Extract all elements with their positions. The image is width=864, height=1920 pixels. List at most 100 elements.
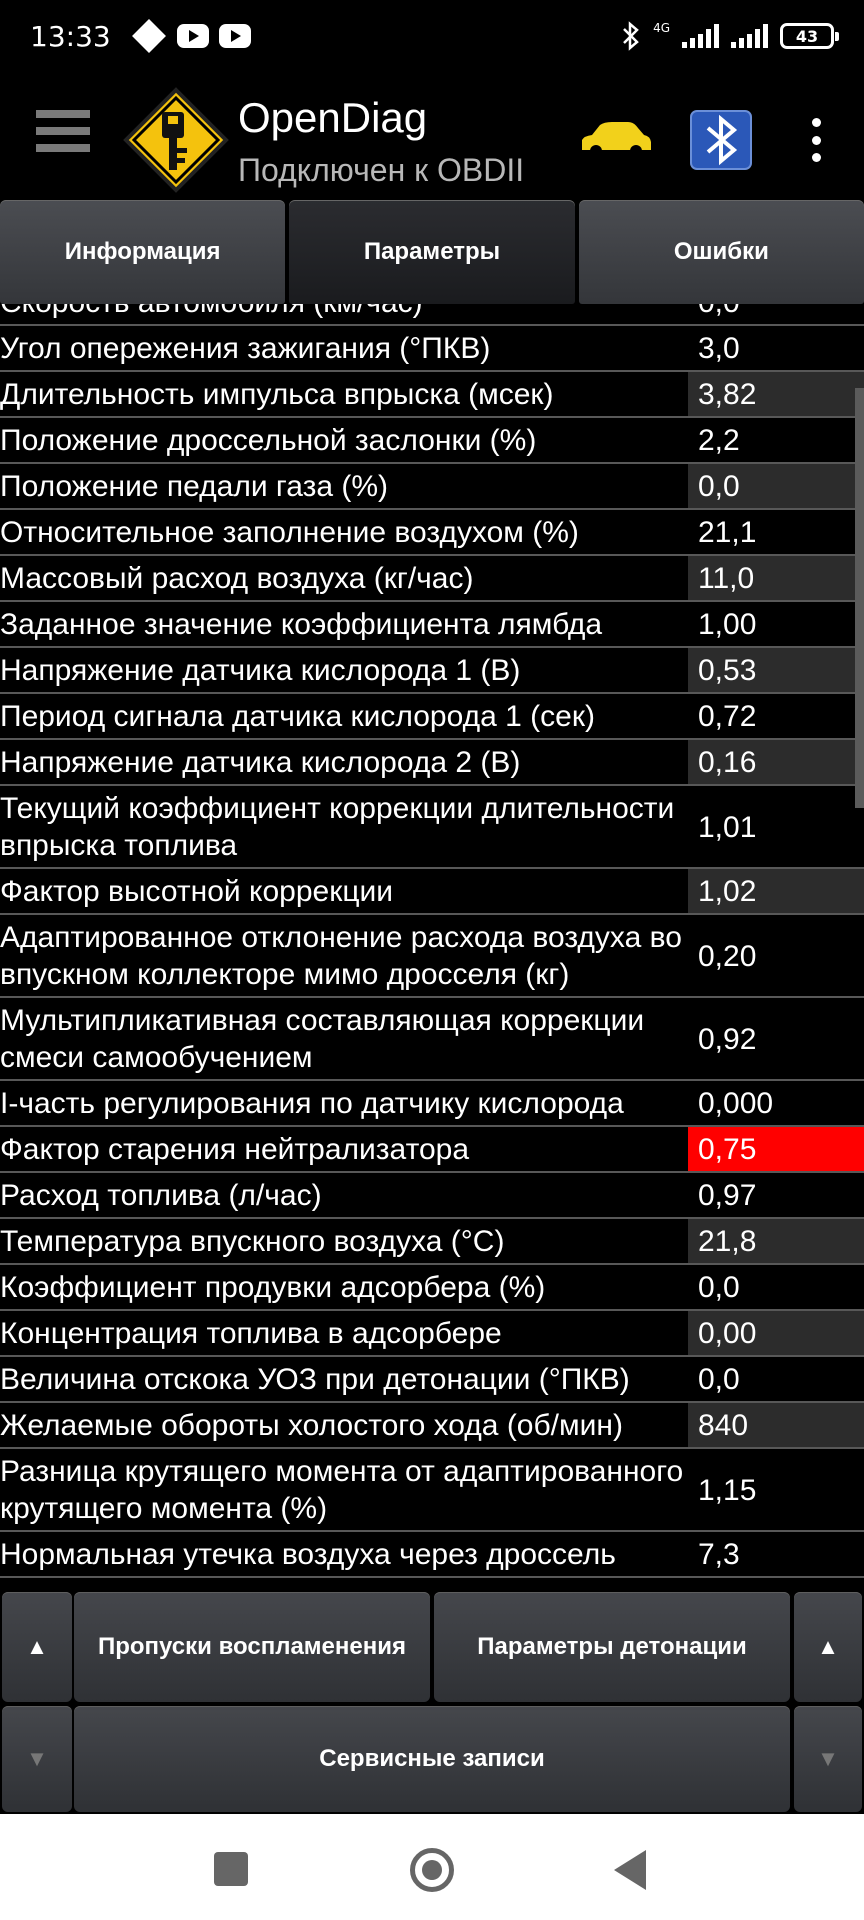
action-bar: OpenDiag Подключен к OBDII — [0, 72, 864, 200]
parameter-value: 3,82 — [688, 372, 864, 416]
parameter-row[interactable]: Массовый расход воздуха (кг/час) 11,0 — [0, 556, 864, 602]
parameter-name: Адаптированное отклонение расхода воздух… — [0, 915, 688, 996]
home-icon[interactable] — [410, 1848, 454, 1892]
parameter-row[interactable]: Нормальная утечка воздуха через дроссель… — [0, 1532, 864, 1578]
youtube-icon — [176, 24, 209, 48]
parameter-value: 11,0 — [688, 556, 864, 600]
parameters-list-content: Скорость автомобиля (км/час)0,0Угол опер… — [0, 304, 864, 1578]
parameter-row[interactable]: Фактор высотной коррекции 1,02 — [0, 869, 864, 915]
parameter-value: 2,2 — [688, 418, 864, 462]
car-icon[interactable] — [578, 120, 654, 160]
parameter-row[interactable]: Величина отскока УОЗ при детонации (°ПКВ… — [0, 1357, 864, 1403]
parameter-row[interactable]: Положение дроссельной заслонки (%) 2,2 — [0, 418, 864, 464]
back-icon[interactable] — [614, 1850, 646, 1890]
misfire-button[interactable]: Пропуски воспламенения — [74, 1592, 430, 1702]
status-time: 13:33 — [30, 19, 111, 53]
parameter-row[interactable]: Текущий коэффициент коррекции длительнос… — [0, 786, 864, 869]
parameter-value: 0,97 — [688, 1173, 864, 1217]
navigation-bar — [0, 1814, 864, 1920]
parameter-value: 0,0 — [688, 464, 864, 508]
list-scrollbar[interactable] — [855, 388, 864, 808]
parameter-row[interactable]: Скорость автомобиля (км/час)0,0 — [0, 304, 864, 326]
status-right: 4G 43 — [621, 21, 839, 51]
scroll-up-right-button[interactable]: ▲ — [794, 1592, 862, 1702]
parameter-name: Желаемые обороты холостого хода (об/мин) — [0, 1403, 688, 1447]
knock-parameters-button[interactable]: Параметры детонации — [434, 1592, 790, 1702]
parameter-value: 0,92 — [688, 998, 864, 1079]
youtube-icon — [218, 24, 251, 48]
battery-icon: 43 — [780, 23, 839, 49]
parameter-row[interactable]: Относительное заполнение воздухом (%) 21,… — [0, 510, 864, 556]
parameter-name: Период сигнала датчика кислорода 1 (сек) — [0, 694, 688, 738]
bluetooth-icon — [623, 21, 639, 51]
parameter-row[interactable]: Длительность импульса впрыска (мсек) 3,82 — [0, 372, 864, 418]
parameter-name: Длительность импульса впрыска (мсек) — [0, 372, 688, 416]
bluetooth-connection-icon[interactable] — [690, 110, 752, 170]
parameter-row[interactable]: Заданное значение коэффициента лямбда 1,0… — [0, 602, 864, 648]
parameter-row[interactable]: Адаптированное отклонение расхода воздух… — [0, 915, 864, 998]
parameter-value: 1,00 — [688, 602, 864, 646]
parameter-name: Заданное значение коэффициента лямбда — [0, 602, 688, 646]
parameter-name: Величина отскока УОЗ при детонации (°ПКВ… — [0, 1357, 688, 1401]
parameter-value: 1,15 — [688, 1449, 864, 1530]
parameter-name: Температура впускного воздуха (°С) — [0, 1219, 688, 1263]
parameter-value: 0,72 — [688, 694, 864, 738]
parameter-value: 3,0 — [688, 326, 864, 370]
parameter-row[interactable]: Мультипликативная составляющая коррекции… — [0, 998, 864, 1081]
connection-status: Подключен к OBDII — [238, 152, 525, 188]
parameter-value: 0,0 — [688, 1357, 864, 1401]
parameter-row[interactable]: Напряжение датчика кислорода 1 (В) 0,53 — [0, 648, 864, 694]
parameter-value: 0,20 — [688, 915, 864, 996]
parameter-name: Напряжение датчика кислорода 1 (В) — [0, 648, 688, 692]
more-options-icon[interactable] — [804, 118, 828, 162]
parameter-value: 1,02 — [688, 869, 864, 913]
parameter-row[interactable]: Температура впускного воздуха (°С) 21,8 — [0, 1219, 864, 1265]
parameter-value: 0,0 — [688, 1265, 864, 1309]
parameter-row[interactable]: Угол опережения зажигания (°ПКВ) 3,0 — [0, 326, 864, 372]
status-left: 13:33 — [30, 19, 251, 53]
parameter-name: Текущий коэффициент коррекции длительнос… — [0, 786, 688, 867]
parameter-value: 0,000 — [688, 1081, 864, 1125]
scroll-down-button[interactable]: ▼ — [2, 1706, 72, 1812]
parameter-row[interactable]: Фактор старения нейтрализатора 0,75 — [0, 1127, 864, 1173]
parameter-row[interactable]: I-часть регулирования по датчику кислоро… — [0, 1081, 864, 1127]
signal-strength-icon — [682, 24, 719, 48]
recent-apps-icon[interactable] — [214, 1852, 248, 1886]
parameter-row[interactable]: Коэффициент продувки адсорбера (%) 0,0 — [0, 1265, 864, 1311]
parameter-row[interactable]: Период сигнала датчика кислорода 1 (сек)… — [0, 694, 864, 740]
signal-strength-icon — [731, 24, 768, 48]
arrow-down-icon: ▼ — [817, 1746, 839, 1771]
service-records-button[interactable]: Сервисные записи — [74, 1706, 790, 1812]
tab-errors[interactable]: Ошибки — [578, 200, 864, 304]
parameter-row[interactable]: Положение педали газа (%) 0,0 — [0, 464, 864, 510]
tab-parameters[interactable]: Параметры — [289, 200, 575, 304]
tab-info[interactable]: Информация — [0, 200, 286, 304]
parameter-row[interactable]: Концентрация топлива в адсорбере 0,00 — [0, 1311, 864, 1357]
parameter-name: Мультипликативная составляющая коррекции… — [0, 998, 688, 1079]
parameter-name: Относительное заполнение воздухом (%) — [0, 510, 688, 554]
arrow-down-icon: ▼ — [26, 1746, 48, 1771]
app-logo-icon — [123, 87, 229, 193]
parameter-value: 0,53 — [688, 648, 864, 692]
parameter-value: 21,1 — [688, 510, 864, 554]
parameter-value: 840 — [688, 1403, 864, 1447]
menu-icon[interactable] — [36, 110, 90, 164]
parameter-name: Нормальная утечка воздуха через дроссель — [0, 1532, 688, 1576]
parameter-name: Разница крутящего момента от адаптирован… — [0, 1449, 688, 1530]
parameter-value: 0,0 — [688, 304, 864, 324]
scroll-down-right-button[interactable]: ▼ — [794, 1706, 862, 1812]
parameter-value: 1,01 — [688, 786, 864, 867]
parameter-name: Фактор высотной коррекции — [0, 869, 688, 913]
parameter-row[interactable]: Разница крутящего момента от адаптирован… — [0, 1449, 864, 1532]
parameter-name: Расход топлива (л/час) — [0, 1173, 688, 1217]
battery-level: 43 — [795, 26, 819, 46]
parameter-row[interactable]: Расход топлива (л/час) 0,97 — [0, 1173, 864, 1219]
parameter-value: 0,00 — [688, 1311, 864, 1355]
diamond-icon — [131, 19, 166, 53]
parameter-value: 7,3 — [688, 1532, 864, 1576]
parameters-list[interactable]: Скорость автомобиля (км/час)0,0Угол опер… — [0, 304, 864, 1588]
parameter-row[interactable]: Желаемые обороты холостого хода (об/мин)… — [0, 1403, 864, 1449]
parameter-row[interactable]: Напряжение датчика кислорода 2 (В) 0,16 — [0, 740, 864, 786]
arrow-up-icon: ▲ — [817, 1634, 839, 1659]
scroll-up-button[interactable]: ▲ — [2, 1592, 72, 1702]
